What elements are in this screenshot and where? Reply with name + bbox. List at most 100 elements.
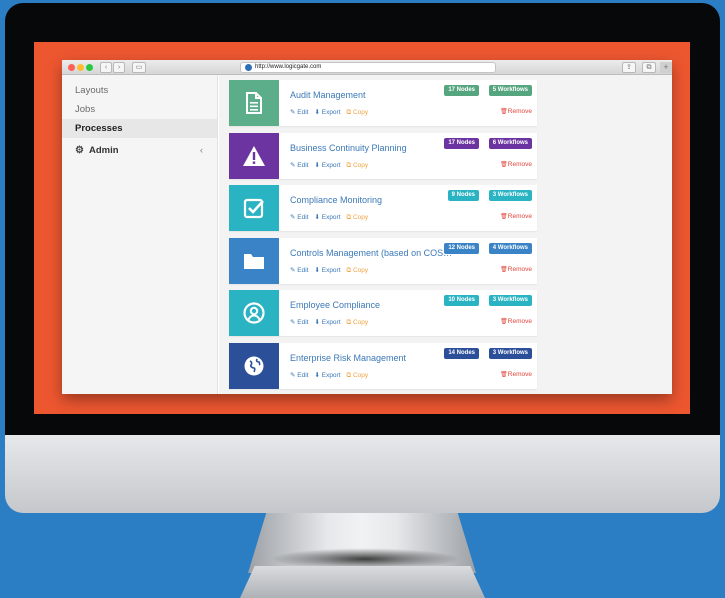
edit-label: Edit xyxy=(297,109,309,116)
process-card[interactable]: Compliance Monitoring 3 Workflows 9 Nodes ✎… xyxy=(229,185,537,231)
process-title[interactable]: Business Continuity Planning xyxy=(290,143,455,153)
browser-titlebar: ‹ › ▭ http://www.logicgate.com ⇪ ⧉ + xyxy=(62,60,672,75)
download-icon: ⬇ xyxy=(314,214,322,221)
export-label: Export xyxy=(321,371,341,379)
edit-button[interactable]: ✎ Edit xyxy=(290,109,308,116)
edit-label: Edit xyxy=(297,161,309,169)
edit-button[interactable]: ✎ Edit xyxy=(290,162,308,169)
process-actions: ✎ Edit ⬇ Export ⧉ Copy xyxy=(290,161,374,170)
process-title[interactable]: Controls Management (based on COSO ... xyxy=(290,248,455,258)
document-icon xyxy=(229,80,279,126)
remove-button[interactable]: 🗑Remove xyxy=(500,266,532,273)
globe-icon xyxy=(229,342,279,389)
remove-label: Remove xyxy=(507,318,532,325)
export-button[interactable]: ⬇ Export xyxy=(314,319,340,326)
copy-label: Copy xyxy=(352,319,369,326)
trash-icon: 🗑 xyxy=(500,214,508,220)
workflows-badge: 6 Workflows xyxy=(488,137,532,149)
sidebar: Layouts Jobs Processes ⚙ Admin ‹ xyxy=(62,75,218,394)
sidebar-item-processes[interactable]: Processes xyxy=(62,119,217,138)
nodes-badge: 17 Nodes xyxy=(444,137,479,149)
process-list: Audit Management 5 Workflows 17 Nodes ✎ Edi… xyxy=(219,75,672,394)
export-button[interactable]: ⬇ Export xyxy=(314,162,340,169)
new-tab-button[interactable]: + xyxy=(660,62,672,73)
process-card[interactable]: Business Continuity Planning 6 Workflows 1… xyxy=(229,132,537,179)
sidebar-icon: ▭ xyxy=(135,64,143,71)
edit-button[interactable]: ✎ Edit xyxy=(290,372,308,379)
process-title[interactable]: Audit Management xyxy=(290,90,455,100)
copy-button[interactable]: ⧉ Copy xyxy=(347,109,369,116)
export-button[interactable]: ⬇ Export xyxy=(314,267,340,274)
chevron-left-icon: ‹ xyxy=(199,145,203,156)
trash-icon: 🗑 xyxy=(500,161,508,168)
edit-label: Edit xyxy=(297,214,309,221)
gears-icon: ⚙ xyxy=(75,145,84,156)
remove-label: Remove xyxy=(507,370,532,378)
sidebar-item-layouts[interactable]: Layouts xyxy=(62,81,217,100)
remove-button[interactable]: 🗑Remove xyxy=(500,108,532,115)
copy-button[interactable]: ⧉ Copy xyxy=(347,319,369,326)
nodes-badge: 17 Nodes xyxy=(444,85,479,96)
export-button[interactable]: ⬇ Export xyxy=(314,214,340,221)
process-card[interactable]: Enterprise Risk Management 3 Workflows 14 … xyxy=(229,342,537,389)
process-actions: ✎ Edit ⬇ Export ⧉ Copy xyxy=(290,266,374,275)
remove-button[interactable]: 🗑Remove xyxy=(500,161,532,168)
workflows-badge: 4 Workflows xyxy=(488,242,532,254)
share-button[interactable]: ⇪ xyxy=(622,62,636,73)
process-title[interactable]: Enterprise Risk Management xyxy=(290,353,455,363)
copy-label: Copy xyxy=(352,371,369,379)
download-icon: ⬇ xyxy=(314,371,322,379)
workflows-badge: 3 Workflows xyxy=(488,347,532,359)
remove-button[interactable]: 🗑Remove xyxy=(500,318,532,325)
export-label: Export xyxy=(321,214,341,221)
zoom-window-button[interactable] xyxy=(86,64,93,71)
sidebar-item-admin[interactable]: ⚙ Admin ‹ xyxy=(62,140,217,162)
edit-button[interactable]: ✎ Edit xyxy=(290,319,308,326)
process-actions: ✎ Edit ⬇ Export ⧉ Copy xyxy=(290,371,374,380)
process-actions: ✎ Edit ⬇ Export ⧉ Copy xyxy=(290,213,374,222)
export-button[interactable]: ⬇ Export xyxy=(314,109,340,116)
address-bar[interactable]: http://www.logicgate.com xyxy=(240,62,496,73)
download-icon: ⬇ xyxy=(314,266,322,274)
tabs-icon: ⧉ xyxy=(646,64,652,71)
chevron-right-icon: › xyxy=(117,64,121,71)
monitor-chin xyxy=(5,435,720,513)
process-title[interactable]: Compliance Monitoring xyxy=(290,195,455,205)
globe-icon xyxy=(245,64,252,71)
nodes-badge: 9 Nodes xyxy=(447,190,479,201)
workflows-badge: 3 Workflows xyxy=(488,295,532,306)
edit-label: Edit xyxy=(297,266,309,274)
copy-label: Copy xyxy=(352,266,369,274)
nodes-badge: 14 Nodes xyxy=(444,347,479,359)
copy-button[interactable]: ⧉ Copy xyxy=(347,267,369,274)
trash-icon: 🗑 xyxy=(500,109,508,115)
tabs-button[interactable]: ⧉ xyxy=(642,62,656,73)
trash-icon: 🗑 xyxy=(500,371,508,378)
edit-label: Edit xyxy=(297,319,309,326)
process-title[interactable]: Employee Compliance xyxy=(290,300,455,310)
copy-button[interactable]: ⧉ Copy xyxy=(347,214,369,221)
process-card[interactable]: Audit Management 5 Workflows 17 Nodes ✎ Edi… xyxy=(229,80,537,126)
remove-button[interactable]: 🗑Remove xyxy=(500,371,532,378)
workflows-badge: 3 Workflows xyxy=(488,190,532,201)
minimize-window-button[interactable] xyxy=(77,64,84,71)
export-button[interactable]: ⬇ Export xyxy=(314,372,340,379)
back-button[interactable]: ‹ xyxy=(100,62,112,73)
process-card[interactable]: Controls Management (based on COSO ... 4 … xyxy=(229,237,537,284)
checkbox-icon xyxy=(229,185,279,231)
edit-button[interactable]: ✎ Edit xyxy=(290,267,308,274)
remove-button[interactable]: 🗑Remove xyxy=(500,213,532,220)
copy-button[interactable]: ⧉ Copy xyxy=(347,162,369,169)
sidebar-toggle-button[interactable]: ▭ xyxy=(132,62,146,73)
forward-button[interactable]: › xyxy=(113,62,125,73)
close-window-button[interactable] xyxy=(68,64,75,71)
download-icon: ⬇ xyxy=(314,319,322,326)
copy-label: Copy xyxy=(352,214,369,221)
process-card[interactable]: Employee Compliance 3 Workflows 10 Nodes ✎ … xyxy=(229,290,537,336)
export-label: Export xyxy=(321,161,341,169)
edit-button[interactable]: ✎ Edit xyxy=(290,214,308,221)
sidebar-item-jobs[interactable]: Jobs xyxy=(62,100,217,119)
remove-label: Remove xyxy=(507,108,532,115)
download-icon: ⬇ xyxy=(314,109,322,116)
copy-button[interactable]: ⧉ Copy xyxy=(347,372,369,379)
